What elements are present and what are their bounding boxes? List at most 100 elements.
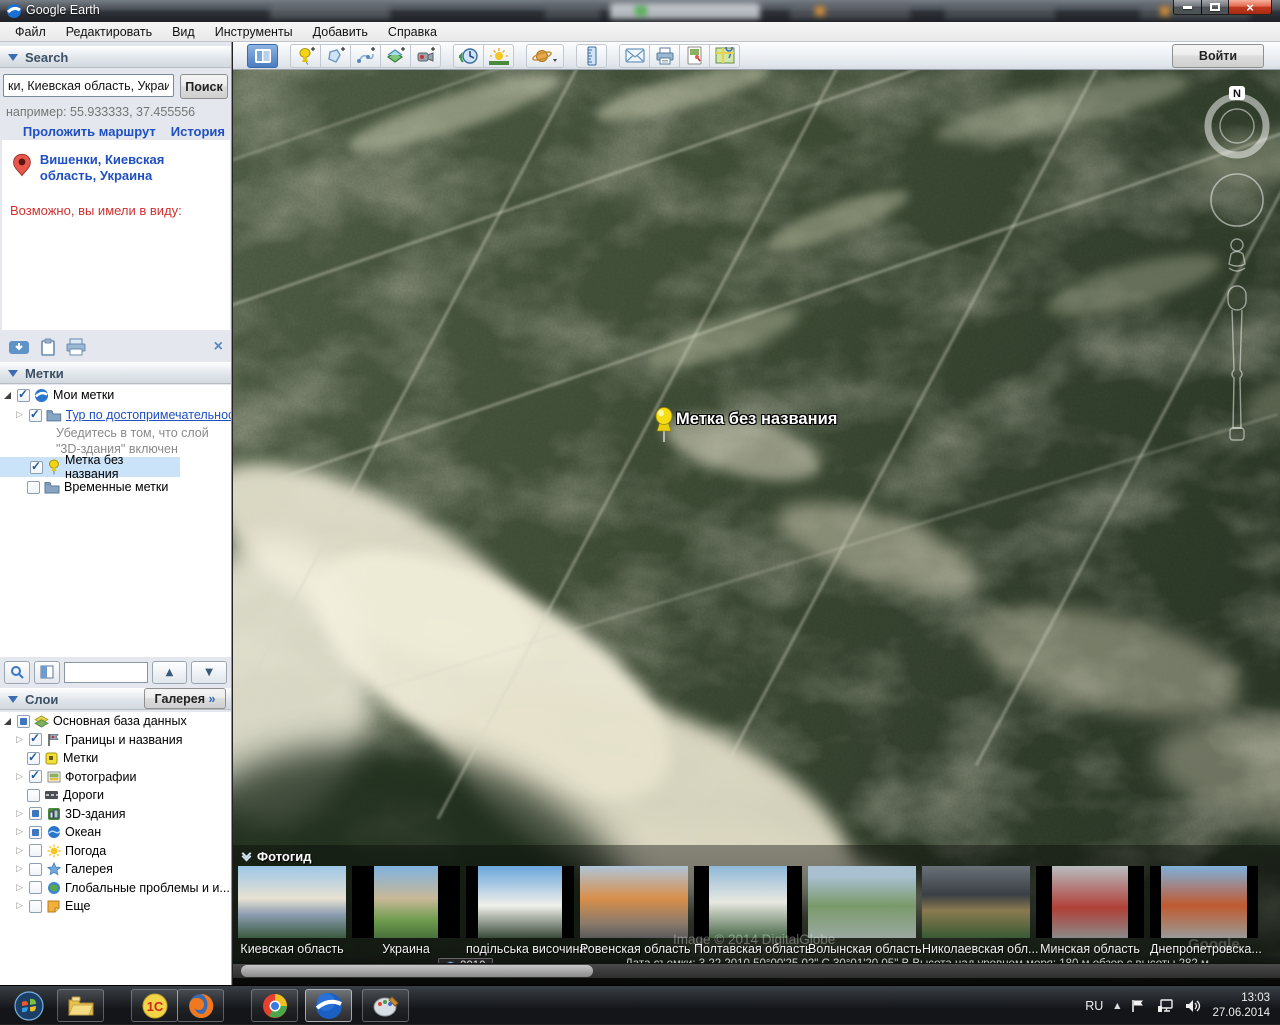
layer-ocean[interactable]: ▷ Океан — [0, 823, 231, 842]
save-to-places-icon[interactable] — [8, 338, 30, 356]
layer-roads-checkbox[interactable] — [27, 789, 40, 802]
map-viewport[interactable]: Метка без названия N Фотогид Киевская об… — [233, 70, 1280, 985]
expander-closed-icon[interactable]: ▷ — [16, 883, 25, 893]
add-placemark-button[interactable] — [290, 44, 321, 68]
layer-root[interactable]: Основная база данных — [0, 712, 231, 731]
tree-item-temp-places[interactable]: Временные метки — [0, 477, 231, 497]
add-image-overlay-button[interactable] — [380, 44, 411, 68]
layer-gallery[interactable]: ▷ Галерея — [0, 860, 231, 879]
language-indicator[interactable]: RU — [1085, 999, 1103, 1013]
taskbar-paint-button[interactable] — [362, 989, 409, 1022]
layer-roads[interactable]: Дороги — [0, 786, 231, 805]
placemark-checkbox[interactable] — [30, 461, 43, 474]
menu-add[interactable]: Добавить — [304, 23, 377, 41]
menu-view[interactable]: Вид — [163, 23, 204, 41]
navigation-controls[interactable]: N — [1202, 78, 1272, 498]
find-next-button[interactable]: ▼ — [191, 661, 227, 684]
temp-places-checkbox[interactable] — [27, 481, 40, 494]
tree-item-tour[interactable]: ▷ Тур по достопримечательнос — [0, 405, 231, 425]
menu-edit[interactable]: Редактировать — [57, 23, 161, 41]
gallery-button[interactable]: Галерея » — [144, 688, 226, 709]
copy-icon[interactable] — [40, 338, 56, 357]
expander-closed-icon[interactable]: ▷ — [16, 846, 25, 856]
layer-photos-checkbox[interactable] — [29, 770, 42, 783]
add-polygon-button[interactable] — [320, 44, 351, 68]
save-image-button[interactable] — [679, 44, 710, 68]
layers-panel-header[interactable]: Слои Галерея » — [0, 688, 231, 710]
record-tour-button[interactable] — [410, 44, 441, 68]
map-placemark-label[interactable]: Метка без названия — [676, 410, 837, 429]
tray-expand-icon[interactable]: ▲ — [1114, 1001, 1120, 1010]
layer-gallery-checkbox[interactable] — [29, 863, 42, 876]
login-button[interactable]: Войти — [1172, 44, 1264, 68]
view-in-maps-button[interactable] — [709, 44, 740, 68]
expander-closed-icon[interactable]: ▷ — [16, 735, 25, 745]
add-path-button[interactable] — [350, 44, 381, 68]
taskbar-firefox-button[interactable] — [177, 989, 224, 1022]
expander-closed-icon[interactable]: ▷ — [16, 772, 25, 782]
ruler-button[interactable] — [576, 44, 607, 68]
photo-thumb-kiev[interactable]: Киевская область — [238, 866, 346, 958]
layer-global-awareness-checkbox[interactable] — [29, 881, 42, 894]
layer-ocean-checkbox[interactable] — [29, 826, 42, 839]
search-result-item[interactable]: Вишенки, Киевская область, Украина — [2, 140, 230, 185]
layer-root-checkbox[interactable] — [17, 715, 30, 728]
photo-thumb-rivne[interactable]: Ровенская область — [580, 866, 688, 958]
taskbar-1c-button[interactable]: 1С — [131, 989, 178, 1022]
tray-clock[interactable]: 13:03 27.06.2014 — [1212, 991, 1274, 1021]
print-button[interactable] — [649, 44, 680, 68]
map-pushpin-icon[interactable] — [651, 406, 677, 444]
taskbar-chrome-button[interactable] — [251, 989, 298, 1022]
history-link[interactable]: История — [171, 124, 225, 139]
taskbar-google-earth-button[interactable] — [305, 989, 352, 1022]
menu-help[interactable]: Справка — [379, 23, 446, 41]
maximize-button[interactable] — [1201, 0, 1229, 15]
layer-global-awareness[interactable]: ▷ Глобальные проблемы и и... — [0, 879, 231, 898]
speaker-icon[interactable] — [1185, 999, 1201, 1013]
menu-tools[interactable]: Инструменты — [206, 23, 302, 41]
network-icon[interactable] — [1157, 999, 1174, 1013]
layer-weather[interactable]: ▷ Погода — [0, 842, 231, 861]
tour-label[interactable]: Тур по достопримечательнос — [66, 408, 231, 422]
layer-borders[interactable]: ▷ Границы и названия — [0, 731, 231, 750]
layer-borders-checkbox[interactable] — [29, 733, 42, 746]
layer-3d-buildings-checkbox[interactable] — [29, 807, 42, 820]
layer-placemarks[interactable]: Метки — [0, 749, 231, 768]
clear-results-icon[interactable]: × — [214, 339, 223, 355]
menu-file[interactable]: Файл — [6, 23, 55, 41]
scrollbar-thumb[interactable] — [241, 965, 593, 977]
sunlight-button[interactable] — [483, 44, 514, 68]
layer-more-checkbox[interactable] — [29, 900, 42, 913]
collapse-chevrons-icon[interactable] — [243, 854, 250, 860]
expander-closed-icon[interactable]: ▷ — [16, 901, 25, 911]
expander-closed-icon[interactable]: ▷ — [16, 809, 25, 819]
search-input[interactable] — [3, 74, 174, 97]
layer-photos[interactable]: ▷ Фотографии — [0, 768, 231, 787]
my-places-checkbox[interactable] — [17, 389, 30, 402]
tree-item-my-places[interactable]: Мои метки — [0, 385, 231, 405]
print-icon[interactable] — [66, 338, 86, 356]
photo-strip-scrollbar[interactable] — [233, 963, 1280, 978]
photo-thumb-minsk[interactable]: Минская область — [1036, 866, 1144, 958]
expander-closed-icon[interactable]: ▷ — [16, 410, 25, 420]
expander-open-icon[interactable] — [4, 392, 11, 399]
expander-closed-icon[interactable]: ▷ — [16, 827, 25, 837]
layer-weather-checkbox[interactable] — [29, 844, 42, 857]
expander-closed-icon[interactable]: ▷ — [16, 864, 25, 874]
photo-thumb-podilska[interactable]: подільська височина — [466, 866, 574, 958]
layer-placemarks-checkbox[interactable] — [27, 752, 40, 765]
action-center-flag-icon[interactable] — [1131, 999, 1146, 1013]
email-button[interactable] — [619, 44, 650, 68]
planets-button[interactable] — [526, 44, 564, 68]
tour-checkbox[interactable] — [29, 409, 42, 422]
expander-open-icon[interactable] — [4, 718, 11, 725]
find-previous-button[interactable]: ▲ — [152, 661, 188, 684]
start-button[interactable] — [5, 989, 52, 1022]
places-panel-header[interactable]: Метки — [0, 362, 231, 384]
taskbar-explorer-button[interactable] — [57, 989, 104, 1022]
layer-3d-buildings[interactable]: ▷ 3D-здания — [0, 805, 231, 824]
historical-imagery-button[interactable] — [453, 44, 484, 68]
search-panel-header[interactable]: Search — [0, 46, 231, 68]
photo-thumb-ukraine[interactable]: Украина — [352, 866, 460, 958]
layer-more[interactable]: ▷ Еще — [0, 897, 231, 916]
